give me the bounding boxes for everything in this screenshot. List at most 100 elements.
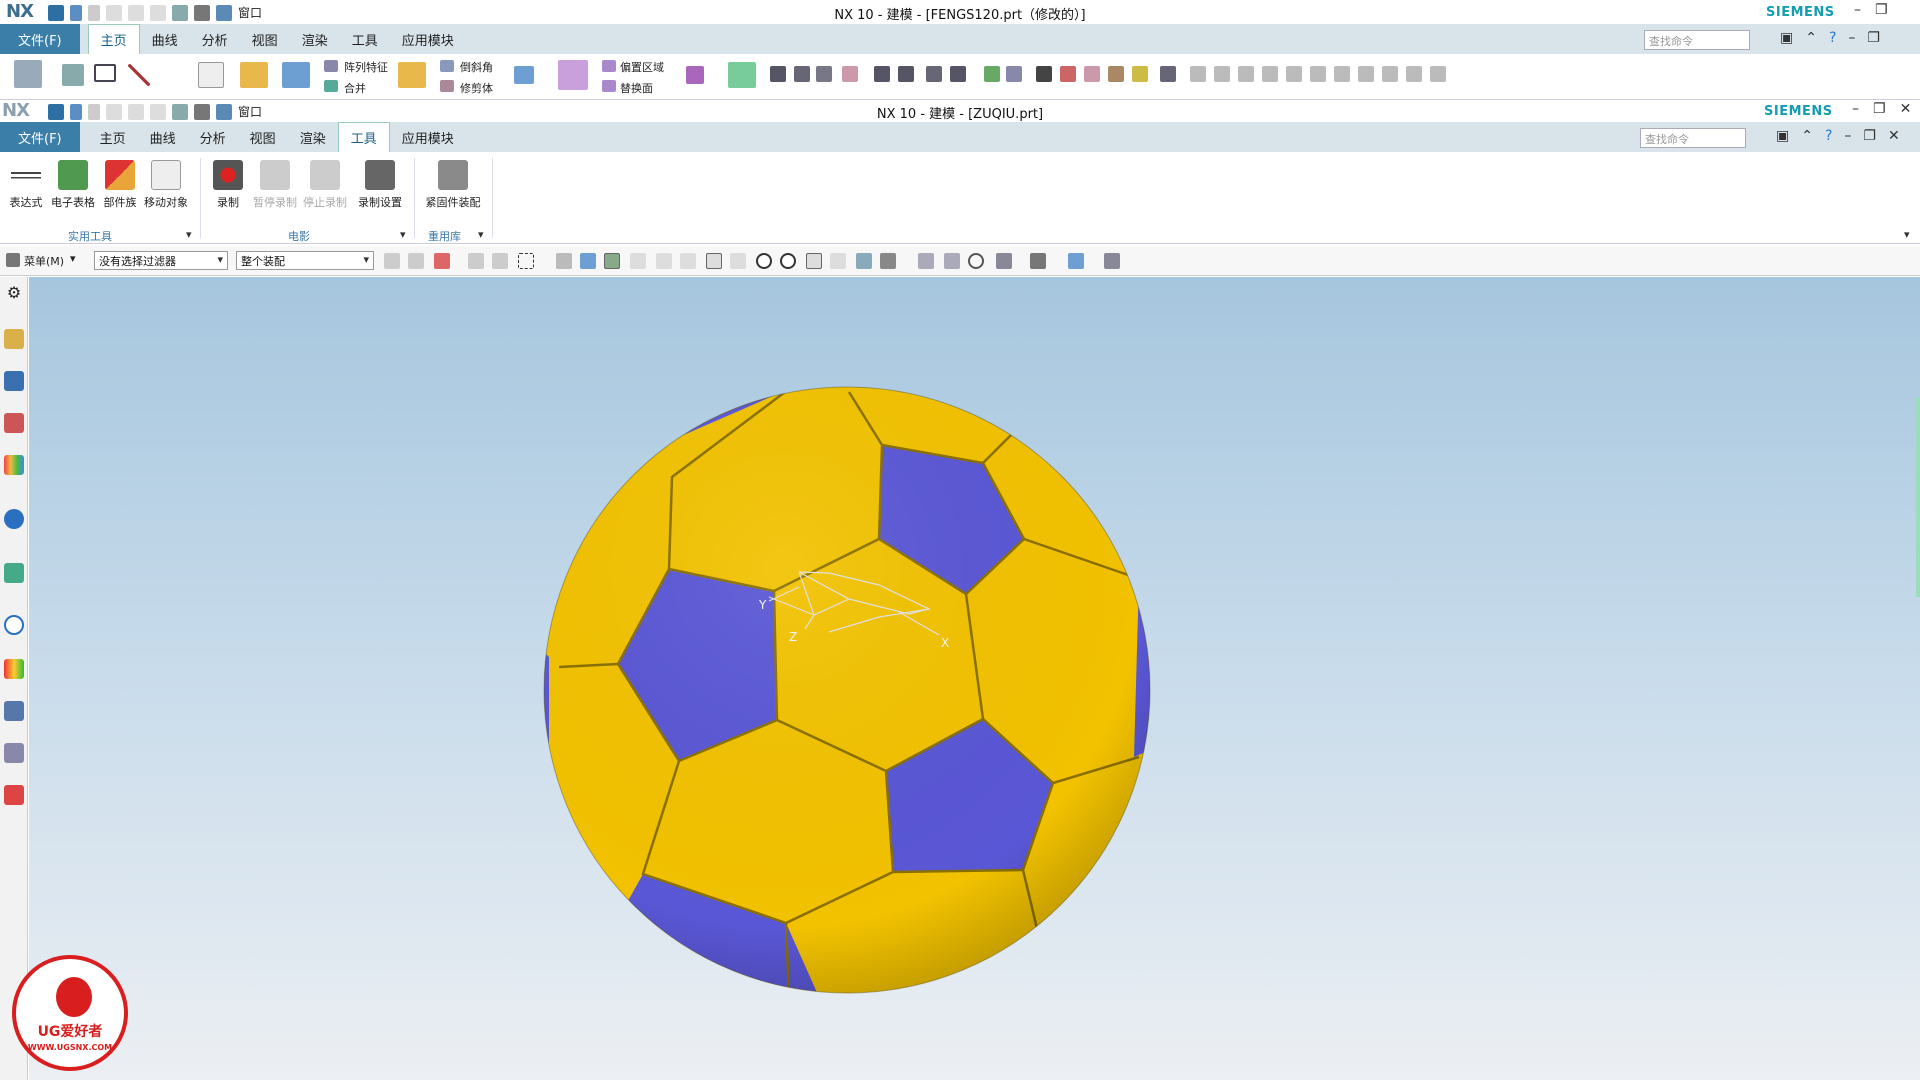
command-search-input[interactable]: 查找命令 bbox=[1640, 128, 1746, 148]
section-view-icon[interactable] bbox=[1068, 253, 1084, 269]
collapse-ribbon-icon[interactable]: ⌃ bbox=[1805, 30, 1817, 46]
close-icon[interactable]: ✕ bbox=[1888, 128, 1900, 144]
snap-point-icon-2[interactable] bbox=[630, 253, 646, 269]
ribbon-overflow-icon[interactable]: ▾ bbox=[1904, 228, 1910, 241]
web-browser-icon[interactable] bbox=[4, 563, 24, 583]
circle-point-icon[interactable] bbox=[780, 253, 796, 269]
draft-icon[interactable] bbox=[514, 66, 534, 84]
tab-home[interactable]: 主页 bbox=[87, 24, 140, 54]
select-type-icon[interactable] bbox=[434, 253, 450, 269]
help-icon[interactable]: ? bbox=[1829, 30, 1836, 46]
rotate-icon[interactable] bbox=[968, 253, 984, 269]
tab-tools[interactable]: 工具 bbox=[340, 24, 390, 54]
restore-icon[interactable]: ❐ bbox=[1875, 2, 1888, 18]
wireframe-icon[interactable] bbox=[556, 253, 572, 269]
ribbon-options-icon[interactable]: ▣ bbox=[1776, 128, 1789, 144]
snap-point-icon-3[interactable] bbox=[656, 253, 672, 269]
move-object-button[interactable]: 移动对象 bbox=[142, 160, 190, 210]
surface-icon[interactable] bbox=[728, 62, 756, 88]
restore-icon[interactable]: ❐ bbox=[1867, 30, 1880, 46]
misc-snap-icon-1[interactable] bbox=[856, 253, 872, 269]
sketch-icon[interactable] bbox=[14, 60, 42, 88]
group-reuse-label[interactable]: 重用库 bbox=[428, 228, 461, 244]
replace-face-button[interactable]: 替换面 bbox=[620, 80, 653, 96]
snap-icon-4[interactable] bbox=[492, 253, 508, 269]
curve-icon[interactable] bbox=[62, 64, 84, 86]
synchronous-move-icon[interactable] bbox=[558, 60, 588, 90]
group-utilities-label[interactable]: 实用工具 bbox=[68, 228, 112, 244]
record-settings-button[interactable]: 录制设置 bbox=[354, 160, 406, 210]
view-fit-icon[interactable] bbox=[918, 253, 934, 269]
menu-icon[interactable] bbox=[6, 253, 20, 267]
snap-icon-1[interactable] bbox=[384, 253, 400, 269]
dimension-icon-1[interactable] bbox=[1190, 66, 1206, 82]
group-utilities-expander[interactable]: ▾ bbox=[186, 228, 192, 241]
replace-face-icon[interactable] bbox=[602, 80, 616, 92]
spreadsheet-button[interactable]: 电子表格 bbox=[50, 160, 96, 210]
misc-tool-icon-6[interactable] bbox=[898, 66, 914, 82]
arc-center-icon[interactable] bbox=[756, 253, 772, 269]
misc-tool-icon-8[interactable] bbox=[950, 66, 966, 82]
point-on-curve-icon[interactable] bbox=[830, 253, 846, 269]
refresh-icon[interactable] bbox=[686, 66, 704, 84]
misc-tool-icon-7[interactable] bbox=[926, 66, 942, 82]
history-clock-icon[interactable] bbox=[4, 615, 24, 635]
tab-application[interactable]: 应用模块 bbox=[390, 24, 466, 54]
tab-home[interactable]: 主页 bbox=[88, 122, 138, 152]
intersection-icon[interactable] bbox=[806, 253, 822, 269]
misc-tool-icon-15[interactable] bbox=[1132, 66, 1148, 82]
view-orientation-icon[interactable] bbox=[996, 253, 1012, 269]
zoom-icon[interactable] bbox=[944, 253, 960, 269]
collapse-ribbon-icon[interactable]: ⌃ bbox=[1801, 128, 1813, 144]
record-button[interactable]: 录制 bbox=[208, 160, 248, 210]
command-search-input[interactable]: 查找命令 bbox=[1644, 30, 1750, 50]
file-menu-button[interactable]: 文件(F) bbox=[0, 24, 80, 54]
process-studio-icon[interactable] bbox=[4, 701, 24, 721]
graphics-viewport[interactable]: X Y Z bbox=[29, 277, 1920, 1080]
snap-point-icon-1[interactable] bbox=[604, 253, 620, 269]
line-icon[interactable] bbox=[128, 64, 150, 86]
offset-region-icon[interactable] bbox=[602, 60, 616, 72]
dimension-icon-5[interactable] bbox=[1286, 66, 1302, 82]
assembly-navigator-icon[interactable] bbox=[4, 329, 24, 349]
part-family-button[interactable]: 部件族 bbox=[100, 160, 140, 210]
chamfer-button[interactable]: 倒斜角 bbox=[460, 59, 493, 75]
shaded-icon[interactable] bbox=[580, 253, 596, 269]
extrude-icon[interactable] bbox=[240, 62, 268, 88]
file-menu-button[interactable]: 文件(F) bbox=[0, 122, 80, 152]
system-materials-icon[interactable] bbox=[4, 659, 24, 679]
menu-dropdown-icon[interactable]: ▾ bbox=[70, 252, 76, 265]
misc-tool-icon-2[interactable] bbox=[794, 66, 810, 82]
reuse-library-icon[interactable] bbox=[4, 455, 24, 475]
misc-tool-icon-9[interactable] bbox=[984, 66, 1000, 82]
tab-view[interactable]: 视图 bbox=[240, 24, 290, 54]
pause-record-button[interactable]: 暂停录制 bbox=[252, 160, 298, 210]
shell-icon[interactable] bbox=[398, 62, 426, 88]
tab-view[interactable]: 视图 bbox=[238, 122, 288, 152]
role-icon[interactable] bbox=[4, 785, 24, 805]
dimension-icon-8[interactable] bbox=[1358, 66, 1374, 82]
visibility-icon[interactable] bbox=[1104, 253, 1120, 269]
restore-icon[interactable]: ❐ bbox=[1863, 128, 1876, 144]
dimension-icon-6[interactable] bbox=[1310, 66, 1326, 82]
misc-tool-icon-13[interactable] bbox=[1084, 66, 1100, 82]
expression-button[interactable]: 表达式 bbox=[6, 160, 46, 210]
menu-button[interactable]: 菜单(M) bbox=[24, 253, 64, 269]
dimension-icon-10[interactable] bbox=[1406, 66, 1422, 82]
render-style-icon[interactable] bbox=[1030, 253, 1046, 269]
dimension-icon-9[interactable] bbox=[1382, 66, 1398, 82]
ribbon-options-icon[interactable]: ▣ bbox=[1780, 30, 1793, 46]
array-feature-icon[interactable] bbox=[324, 60, 338, 72]
snap-icon-3[interactable] bbox=[468, 253, 484, 269]
chamfer-icon[interactable] bbox=[440, 60, 454, 72]
dimension-icon-3[interactable] bbox=[1238, 66, 1254, 82]
misc-tool-icon-14[interactable] bbox=[1108, 66, 1124, 82]
misc-tool-icon-3[interactable] bbox=[816, 66, 832, 82]
tab-render[interactable]: 渲染 bbox=[290, 24, 340, 54]
rectangle-select-icon[interactable] bbox=[518, 253, 534, 269]
group-reuse-expander[interactable]: ▾ bbox=[478, 228, 484, 241]
dimension-icon-2[interactable] bbox=[1214, 66, 1230, 82]
settings-gear-icon[interactable]: ⚙ bbox=[4, 283, 24, 303]
misc-tool-icon-5[interactable] bbox=[874, 66, 890, 82]
misc-tool-icon-4[interactable] bbox=[842, 66, 858, 82]
